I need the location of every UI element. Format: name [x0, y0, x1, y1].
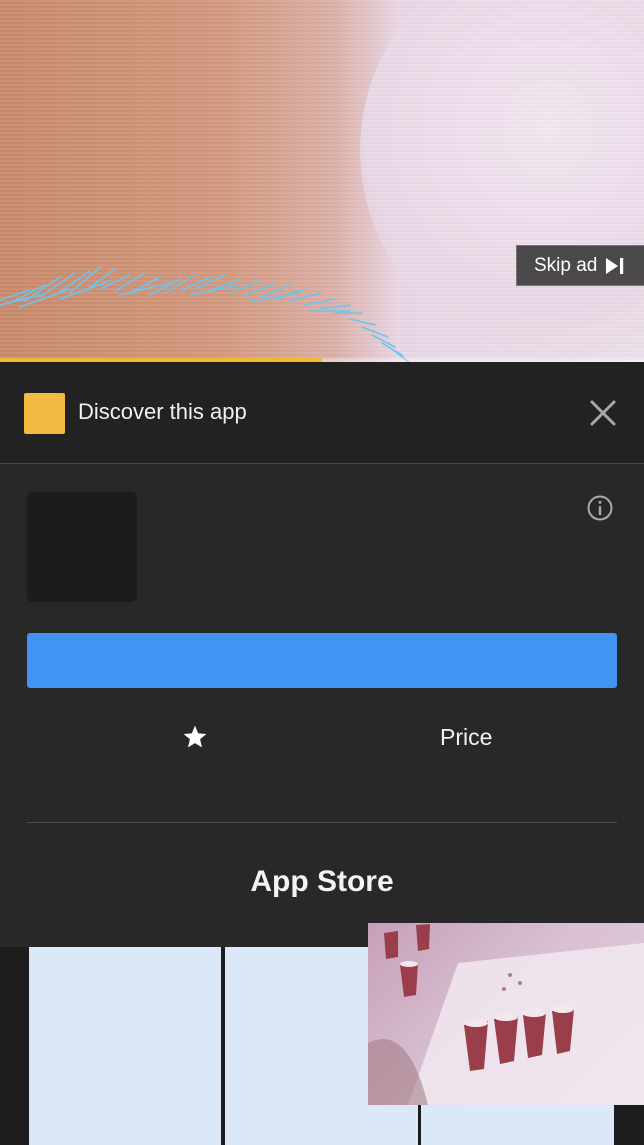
app-icon-placeholder — [27, 492, 137, 602]
app-card: Price App Store — [0, 465, 644, 947]
close-icon[interactable] — [588, 398, 618, 428]
skip-ad-button[interactable]: Skip ad — [516, 245, 644, 286]
card-divider — [27, 822, 617, 823]
picture-in-picture-video[interactable] — [368, 923, 644, 1105]
skip-next-icon — [606, 257, 624, 274]
app-badge-icon — [24, 393, 65, 434]
video-player[interactable]: Skip ad — [0, 0, 644, 362]
app-screenshot[interactable] — [29, 947, 221, 1145]
ad-header: Discover this app — [0, 362, 644, 464]
pip-video-frame — [368, 924, 644, 1105]
header-title: Discover this app — [78, 399, 247, 424]
install-button[interactable] — [27, 633, 617, 688]
star-icon — [183, 725, 207, 748]
skip-ad-label: Skip ad — [534, 254, 598, 276]
info-icon[interactable] — [586, 494, 614, 522]
store-label: App Store — [250, 865, 394, 898]
price-label: Price — [440, 724, 493, 750]
